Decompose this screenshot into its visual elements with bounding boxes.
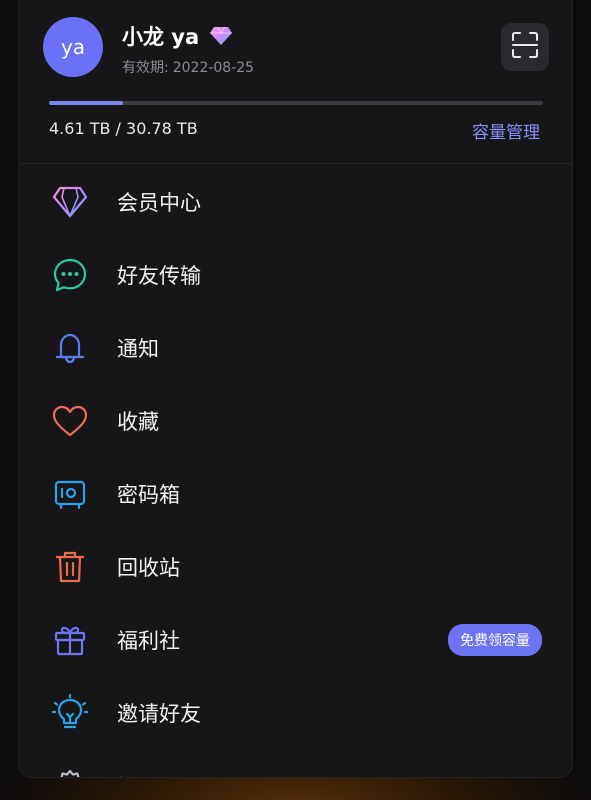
menu-item-label: 福利社: [117, 628, 180, 653]
heart-icon: [51, 402, 89, 440]
menu-item-recycle-bin[interactable]: 回收站: [19, 530, 572, 603]
membership-expiry: 有效期: 2022-08-25: [122, 57, 254, 77]
username: 小龙 ya: [122, 25, 200, 49]
scan-button[interactable]: [501, 23, 549, 71]
scan-icon: [510, 30, 540, 64]
menu-item-settings[interactable]: 设置: [19, 749, 572, 778]
menu-item-label: 回收站: [117, 555, 180, 580]
divider: [19, 163, 572, 164]
menu-item-welfare[interactable]: 福利社 免费领容量: [19, 603, 572, 676]
bell-icon: [51, 329, 89, 367]
expiry-label: 有效期:: [122, 60, 169, 76]
menu-item-invite-friends[interactable]: 邀请好友: [19, 676, 572, 749]
storage-progress-fill: [49, 101, 124, 105]
storage-progress-bar: [49, 101, 543, 105]
free-storage-badge[interactable]: 免费领容量: [448, 623, 542, 656]
chat-bubble-icon: [51, 256, 89, 294]
menu-item-password-safe[interactable]: 密码箱: [19, 457, 572, 530]
menu-item-label: 设置: [117, 771, 159, 778]
menu-item-label: 会员中心: [117, 190, 201, 215]
manage-storage-link[interactable]: 容量管理: [472, 118, 540, 143]
avatar[interactable]: ya: [43, 17, 103, 77]
safe-icon: [51, 475, 89, 513]
username-row[interactable]: 小龙 ya: [122, 21, 233, 51]
expiry-date: 2022-08-25: [172, 60, 255, 76]
diamond-icon: [51, 183, 89, 221]
trash-icon: [51, 548, 89, 586]
menu-item-label: 邀请好友: [117, 701, 201, 726]
menu-item-label: 好友传输: [117, 263, 201, 288]
profile-header: ya 小龙 ya 有效期: 2022-08-25 4.61 TB / 30.78…: [19, 0, 572, 163]
menu-item-label: 通知: [117, 336, 159, 361]
menu-item-membership[interactable]: 会员中心: [19, 165, 572, 238]
gear-icon: [51, 767, 89, 777]
menu-item-label: 收藏: [117, 409, 159, 434]
menu-list: 会员中心 好友传输 通知 收藏 密码箱 回收站 福利社 免费领容量 邀请好友: [19, 165, 572, 778]
side-drawer: ya 小龙 ya 有效期: 2022-08-25 4.61 TB / 30.78…: [18, 0, 573, 778]
menu-item-friend-transfer[interactable]: 好友传输: [19, 238, 572, 311]
lightbulb-icon: [51, 693, 89, 732]
avatar-text: ya: [60, 35, 86, 59]
storage-usage-text: 4.61 TB / 30.78 TB: [49, 119, 198, 138]
menu-item-favorites[interactable]: 收藏: [19, 384, 572, 457]
gift-icon: [51, 621, 89, 659]
menu-item-label: 密码箱: [117, 482, 180, 507]
menu-item-notifications[interactable]: 通知: [19, 311, 572, 384]
vip-diamond-icon: [209, 26, 233, 46]
